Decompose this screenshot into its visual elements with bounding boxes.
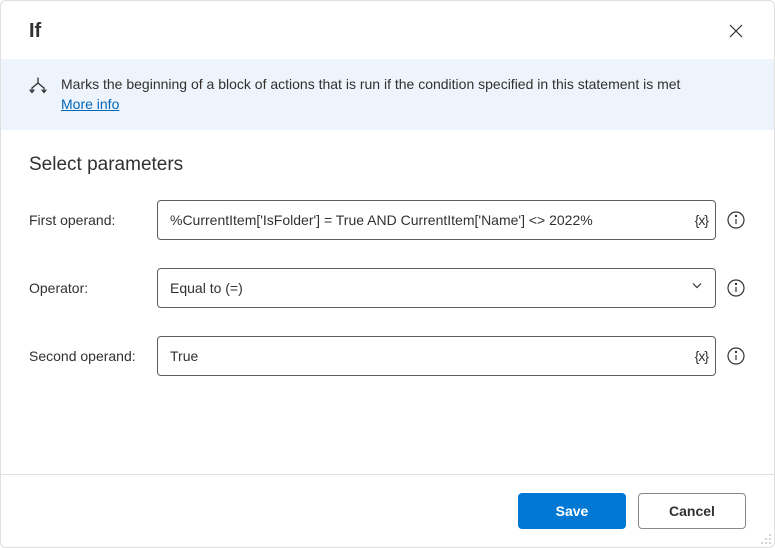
first-operand-input-wrap: {x} [157, 200, 716, 240]
first-operand-info-icon[interactable] [726, 210, 746, 230]
banner-description: Marks the beginning of a block of action… [61, 76, 680, 92]
first-operand-label: First operand: [29, 212, 147, 228]
dialog-header: If [1, 1, 774, 59]
second-operand-input-wrap: {x} [157, 336, 716, 376]
dialog-footer: Save Cancel [1, 474, 774, 547]
first-operand-row: First operand: {x} [29, 200, 746, 240]
condition-branch-icon [29, 77, 47, 102]
dialog-title: If [29, 20, 41, 43]
variable-picker-button[interactable]: {x} [695, 212, 708, 228]
operator-input-wrap: Equal to (=) [157, 268, 716, 308]
cancel-button[interactable]: Cancel [638, 493, 746, 529]
operator-selected-value: Equal to (=) [170, 280, 243, 296]
info-banner: Marks the beginning of a block of action… [1, 59, 774, 130]
dialog-content: Select parameters First operand: {x} Ope… [1, 130, 774, 474]
second-operand-row: Second operand: {x} [29, 336, 746, 376]
close-icon [729, 24, 743, 38]
second-operand-input[interactable] [157, 336, 716, 376]
close-button[interactable] [720, 15, 752, 47]
operator-info-icon[interactable] [726, 278, 746, 298]
save-button[interactable]: Save [518, 493, 626, 529]
if-action-dialog: If Marks the beginning of a block of act… [0, 0, 775, 548]
operator-select[interactable]: Equal to (=) [157, 268, 716, 308]
operator-row: Operator: Equal to (=) [29, 268, 746, 308]
more-info-link[interactable]: More info [61, 96, 119, 112]
banner-text: Marks the beginning of a block of action… [61, 75, 680, 114]
section-title: Select parameters [29, 154, 746, 176]
operator-label: Operator: [29, 280, 147, 296]
variable-picker-button[interactable]: {x} [695, 348, 708, 364]
second-operand-info-icon[interactable] [726, 346, 746, 366]
second-operand-label: Second operand: [29, 348, 147, 364]
first-operand-input[interactable] [157, 200, 716, 240]
